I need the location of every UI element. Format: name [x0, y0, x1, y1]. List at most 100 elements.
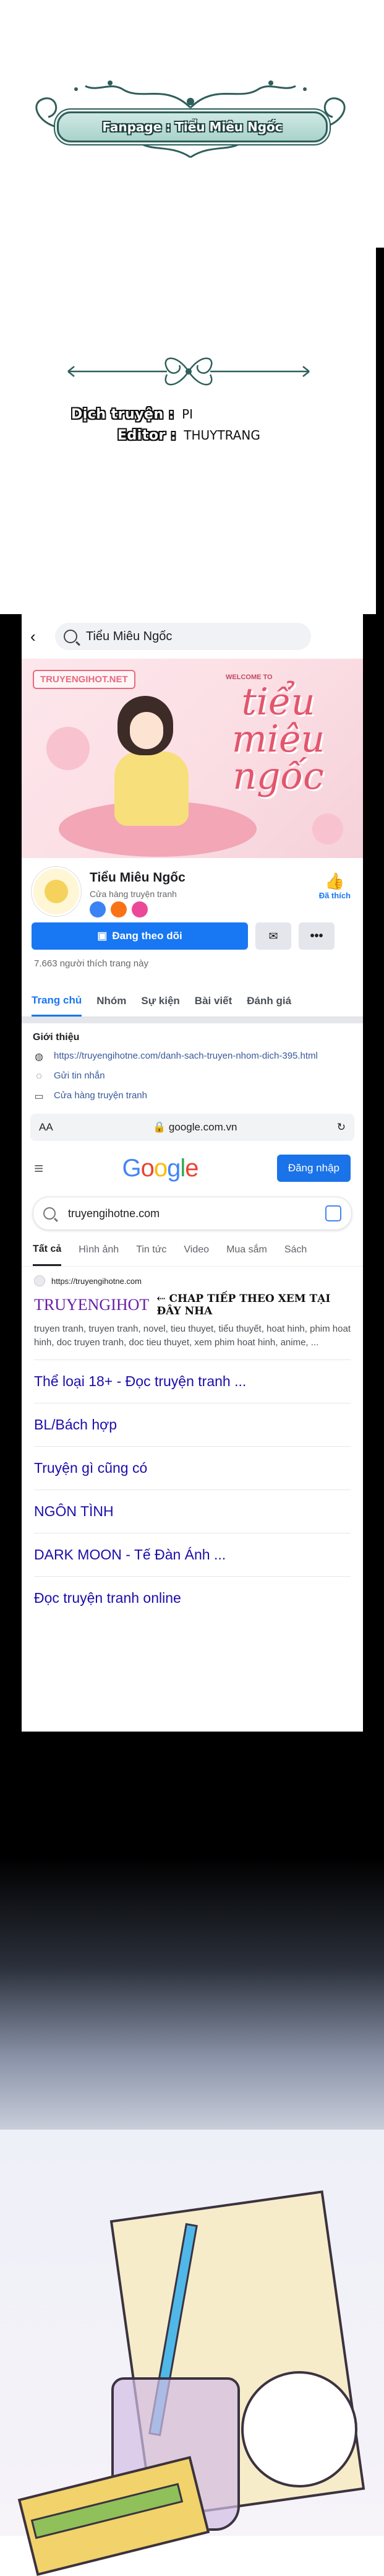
google-logo-letter: e	[185, 1154, 198, 1182]
google-tab-images[interactable]: Hình ảnh	[79, 1234, 119, 1266]
google-tab-shopping[interactable]: Mua sắm	[226, 1234, 267, 1266]
google-logo-letter: o	[140, 1154, 155, 1182]
globe-icon: ◍	[35, 1052, 43, 1062]
tab-posts[interactable]: Bài viết	[195, 986, 232, 1017]
intro-title: Giới thiệu	[33, 1032, 80, 1043]
cover-decoration	[312, 813, 343, 844]
search-result: https://truyengihotne.com TRUYENGIHOT ⇠ …	[22, 1267, 363, 1350]
editor-value: THUYTRANG	[184, 428, 260, 443]
messenger-button[interactable]: ✉	[255, 922, 291, 950]
credits-block: Dịch truyện : PI Editor : THUYTRANG	[71, 404, 318, 446]
result-snippet: truyen tranh, truyen tranh, novel, tieu …	[34, 1324, 351, 1348]
page-category: Cửa hàng truyện tranh	[90, 889, 177, 899]
url-text: google.com.vn	[168, 1121, 237, 1133]
sitelink[interactable]: Thể loại 18+ - Đọc truyện tranh ...	[34, 1360, 351, 1403]
likes-count: 7.663 người thích trang này	[34, 958, 148, 969]
section-separator	[22, 1017, 363, 1023]
tab-events[interactable]: Sự kiện	[141, 986, 179, 1017]
result-url-row[interactable]: https://truyengihotne.com	[34, 1275, 351, 1286]
text-size-button[interactable]: AA	[39, 1121, 53, 1134]
thumbs-up-icon: 👍	[325, 872, 345, 890]
fade-gradient	[0, 1857, 384, 2167]
translator-label: Dịch truyện :	[71, 406, 175, 422]
like-status[interactable]: 👍 Đã thích	[319, 872, 351, 900]
google-search-input[interactable]: truyengihotne.com	[33, 1197, 352, 1230]
following-button[interactable]: ▣ Đang theo dõi	[32, 922, 248, 950]
editor-label: Editor :	[117, 427, 177, 443]
google-header: ≡ Google Đăng nhập	[22, 1143, 363, 1193]
google-search-left: truyengihotne.com	[43, 1207, 160, 1220]
page-avatar[interactable]	[32, 867, 81, 916]
page-actions: ▣ Đang theo dõi ✉ •••	[22, 920, 363, 952]
google-lens-icon[interactable]	[325, 1205, 341, 1221]
page-name: Tiểu Miêu Ngốc	[90, 870, 186, 885]
translator-row: Dịch truyện : PI	[71, 404, 318, 425]
cover-character-face	[130, 712, 163, 749]
editor-row: Editor : THUYTRANG	[71, 425, 318, 446]
intro-section: Giới thiệu ◍ https://truyengihotne.com/d…	[22, 1023, 363, 1112]
folder-icon: ▭	[34, 1091, 44, 1102]
google-tabs: Tất cả Hình ảnh Tin tức Video Mua sắm Sá…	[22, 1234, 363, 1267]
sitelink[interactable]: Truyện gì cũng có	[34, 1446, 351, 1490]
intro-website-link[interactable]: https://truyengihotne.com/danh-sach-truy…	[54, 1051, 318, 1061]
result-title[interactable]: TRUYENGIHOT	[34, 1296, 149, 1314]
phone-screenshot: ‹ Tiểu Miêu Ngốc TRUYENGIHOT.NET WELCOME…	[22, 614, 363, 1732]
fanpage-banner: Fanpage : Tiểu Miêu Ngốc	[57, 111, 328, 142]
result-url: https://truyengihotne.com	[51, 1276, 142, 1286]
ornament-divider	[67, 357, 310, 386]
google-query: truyengihotne.com	[68, 1207, 160, 1220]
sitelink[interactable]: DARK MOON - Tế Đàn Ánh ...	[34, 1533, 351, 1576]
sitelink[interactable]: NGÔN TÌNH	[34, 1490, 351, 1533]
google-logo-letter: g	[167, 1154, 181, 1182]
more-button[interactable]: •••	[299, 922, 335, 950]
google-logo-letter: G	[122, 1154, 141, 1182]
tab-reviews[interactable]: Đánh giá	[247, 986, 291, 1017]
badge-icon	[90, 901, 106, 917]
browser-url-bar[interactable]: AA 🔒 google.com.vn ↻	[30, 1114, 354, 1141]
messenger-icon: ✉	[268, 929, 278, 942]
sitelinks: Thể loại 18+ - Đọc truyện tranh ... BL/B…	[22, 1360, 363, 1620]
cover-title: tiểu miêu ngốc	[231, 680, 325, 798]
sitelink[interactable]: BL/Bách hợp	[34, 1403, 351, 1446]
cup-lid	[241, 2371, 357, 2487]
google-logo[interactable]: Google	[122, 1155, 198, 1182]
page-tabs: Trang chủ Nhóm Sự kiện Bài viết Đánh giá	[22, 986, 363, 1017]
sitelink[interactable]: Đọc truyện tranh online	[34, 1576, 351, 1620]
cover-site-label: TRUYENGIHOT.NET	[33, 670, 135, 689]
result-title-row: TRUYENGIHOT ⇠ CHAP TIẾP THEO XEM TẠI ĐÂY…	[34, 1293, 351, 1317]
google-tab-all[interactable]: Tất cả	[33, 1234, 62, 1266]
lock-icon: 🔒	[152, 1121, 166, 1133]
intro-message-link[interactable]: Gửi tin nhắn	[54, 1070, 105, 1081]
favicon-icon	[34, 1275, 45, 1286]
intro-category[interactable]: ▭ Cửa hàng truyện tranh	[33, 1090, 352, 1103]
intro-message[interactable]: ◌ Gửi tin nhắn	[33, 1070, 352, 1083]
facebook-topbar: ‹ Tiểu Miêu Ngốc	[22, 614, 363, 659]
google-tab-news[interactable]: Tin tức	[136, 1234, 166, 1266]
reload-icon[interactable]: ↻	[337, 1121, 346, 1134]
badge-icon	[111, 901, 127, 917]
search-icon	[64, 630, 77, 643]
cover-photo[interactable]: TRUYENGIHOT.NET WELCOME TO tiểu miêu ngố…	[22, 659, 363, 858]
search-text: Tiểu Miêu Ngốc	[86, 629, 173, 643]
intro-category-link[interactable]: Cửa hàng truyện tranh	[54, 1090, 147, 1101]
translator-value: PI	[182, 407, 194, 422]
black-edge	[376, 248, 384, 644]
cover-character-body	[114, 752, 189, 826]
page-profile: Tiểu Miêu Ngốc Cửa hàng truyện tranh 👍 Đ…	[22, 858, 363, 920]
badge-icon	[132, 901, 148, 917]
google-tab-video[interactable]: Video	[184, 1234, 209, 1266]
tab-groups[interactable]: Nhóm	[96, 986, 126, 1017]
url-display: 🔒 google.com.vn	[153, 1121, 237, 1134]
promo-text: ⇠ CHAP TIẾP THEO XEM TẠI ĐÂY NHA	[156, 1293, 331, 1317]
google-tab-books[interactable]: Sách	[284, 1234, 307, 1266]
intro-website[interactable]: ◍ https://truyengihotne.com/danh-sach-tr…	[33, 1051, 352, 1063]
menu-icon[interactable]: ≡	[34, 1159, 43, 1178]
signin-button[interactable]: Đăng nhập	[276, 1155, 351, 1182]
facebook-search-box[interactable]: Tiểu Miêu Ngốc	[55, 623, 311, 650]
more-icon: •••	[310, 929, 323, 943]
back-arrow-icon[interactable]: ‹	[30, 627, 49, 646]
page-badges	[90, 901, 148, 917]
like-label: Đã thích	[318, 891, 351, 900]
messenger-icon: ◌	[36, 1071, 42, 1082]
tab-home[interactable]: Trang chủ	[32, 986, 82, 1017]
